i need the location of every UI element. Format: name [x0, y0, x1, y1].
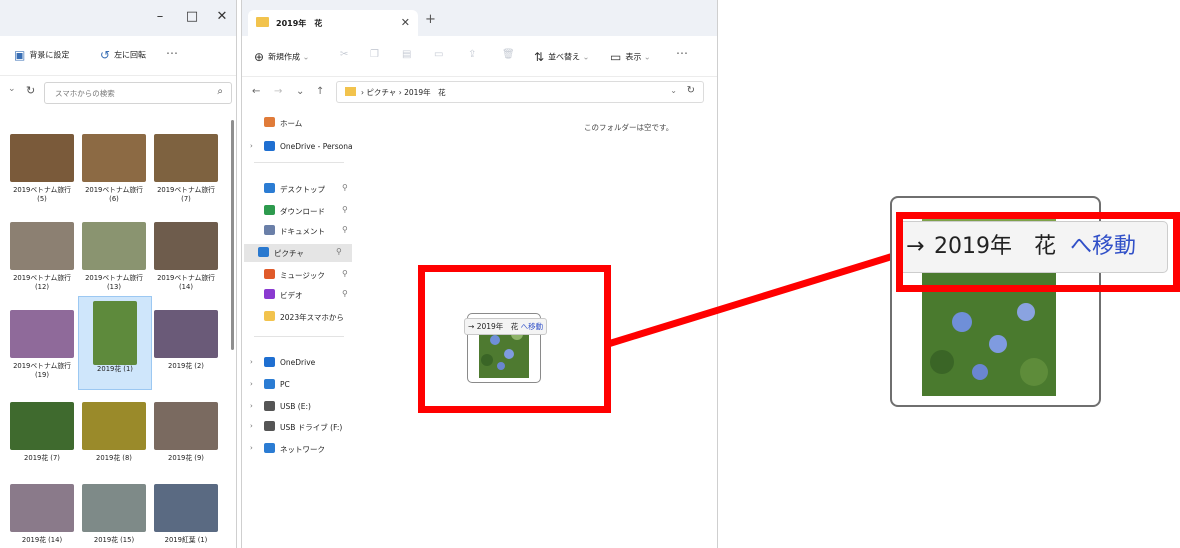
zoom-highlight-box	[896, 212, 1180, 292]
